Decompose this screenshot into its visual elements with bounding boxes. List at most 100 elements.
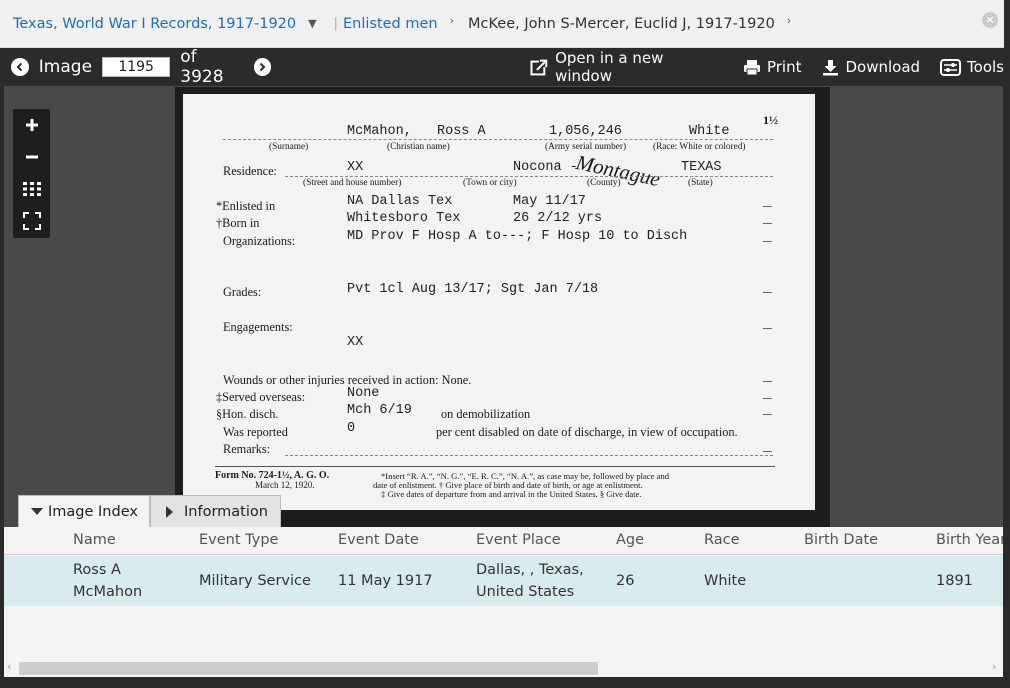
card-form-date: March 12, 1920. — [255, 480, 315, 490]
image-number-input[interactable]: 1195 — [102, 57, 171, 77]
column-header-name[interactable]: Name — [73, 532, 116, 548]
card-label: Remarks: — [223, 442, 271, 456]
cell-name-surname: McMahon — [73, 584, 143, 600]
card-note: on demobilization — [441, 407, 531, 421]
download-label: Download — [845, 58, 921, 76]
column-header-birth-date[interactable]: Birth Date — [804, 532, 878, 548]
bottom-tabs: Image Index Information — [18, 495, 281, 527]
caret-right-icon — [166, 505, 173, 518]
card-tick — [763, 414, 772, 415]
card-tick — [763, 451, 772, 452]
card-value: 0 — [347, 421, 356, 436]
image-viewer[interactable]: 1½ McMahon, Ross A 1,056,246 White (Surn… — [4, 86, 1003, 527]
record-card-image: 1½ McMahon, Ross A 1,056,246 White (Surn… — [183, 94, 815, 510]
card-value: XX — [347, 160, 364, 175]
card-value: MD Prov F Hosp A to---; F Hosp 10 to Dis… — [347, 229, 688, 244]
card-value: XX — [347, 335, 364, 350]
card-footnote: ‡ Give dates of departure from and arriv… — [381, 489, 642, 499]
print-label: Print — [766, 58, 802, 76]
tools-label: Tools — [967, 58, 1004, 76]
card-value: May 11/17 — [513, 194, 586, 209]
cell-event-date: 11 May 1917 — [338, 573, 433, 589]
card-caption: (Town or city) — [463, 178, 517, 188]
column-header-race[interactable]: Race — [704, 532, 740, 548]
zoom-in-button[interactable] — [13, 109, 50, 141]
card-corner-mark: 1½ — [763, 113, 778, 127]
fullscreen-button[interactable] — [13, 205, 50, 237]
horizontal-scrollbar[interactable]: ‹ › — [4, 660, 1003, 677]
cell-event-type: Military Service — [199, 573, 311, 589]
download-icon — [823, 59, 839, 75]
chevron-down-icon[interactable]: ▼ — [308, 17, 316, 30]
card-label: †Born in — [216, 216, 260, 230]
open-new-window-button[interactable]: Open in a new window — [530, 49, 723, 85]
printer-icon — [743, 59, 760, 75]
zoom-out-button[interactable] — [13, 141, 50, 173]
card-tick — [763, 328, 772, 329]
viewer-toolbar: Image 1195 of 3928 Open in a new window … — [0, 47, 1004, 87]
chevron-right-icon: › — [449, 14, 455, 27]
cell-birth-year: 1891 — [936, 573, 973, 589]
download-button[interactable]: Download — [822, 58, 920, 76]
open-new-window-label: Open in a new window — [555, 49, 664, 85]
breadcrumb-subset-link[interactable]: Enlisted men — [343, 16, 438, 32]
column-header-event-date[interactable]: Event Date — [338, 532, 419, 548]
card-rule — [285, 455, 773, 456]
card-race: White — [689, 124, 730, 139]
card-caption: (Race: White or colored) — [653, 142, 746, 152]
card-caption: (Street and house number) — [303, 178, 402, 188]
column-header-event-place[interactable]: Event Place — [476, 532, 561, 548]
card-tick — [763, 241, 772, 242]
column-header-birth-year[interactable]: Birth Year — [936, 532, 1003, 548]
grid-icon — [22, 182, 41, 196]
card-serial: 1,056,246 — [549, 124, 622, 139]
table-header: Name Event Type Event Date Event Place A… — [4, 527, 1003, 555]
column-header-event-type[interactable]: Event Type — [199, 532, 278, 548]
close-icon[interactable]: × — [982, 12, 998, 28]
card-label: ‡Served overseas: — [216, 390, 306, 404]
card-tick — [763, 381, 772, 382]
scroll-left-icon[interactable]: ‹ — [7, 660, 11, 673]
tab-image-index[interactable]: Image Index — [18, 495, 150, 527]
card-given-name: Ross A — [437, 124, 486, 139]
card-label: Organizations: — [223, 234, 296, 248]
card-label: *Enlisted in — [216, 199, 276, 213]
cell-event-place: Dallas, , Texas, — [476, 562, 584, 578]
scroll-right-icon[interactable]: › — [992, 660, 996, 673]
zoom-controls — [13, 109, 50, 238]
card-tick — [763, 206, 772, 207]
table-row[interactable]: Ross A McMahon Military Service 11 May 1… — [4, 556, 1003, 606]
print-button[interactable]: Print — [743, 58, 802, 76]
card-caption: (County) — [587, 178, 621, 188]
image-total: of 3928 — [180, 47, 224, 87]
tab-information[interactable]: Information — [150, 495, 281, 527]
card-caption: (Christian name) — [387, 142, 450, 152]
card-label: Engagements: — [223, 320, 293, 334]
card-tick — [763, 223, 772, 224]
external-window-icon — [530, 57, 550, 75]
column-header-age[interactable]: Age — [616, 532, 644, 548]
tab-information-label: Information — [184, 503, 268, 520]
scrollbar-thumb[interactable] — [19, 662, 598, 675]
tools-button[interactable]: Tools — [940, 58, 1004, 76]
card-rule — [223, 139, 773, 140]
grid-view-button[interactable] — [13, 173, 50, 205]
card-label: Residence: — [223, 164, 277, 178]
image-index-panel: Name Event Type Event Date Event Place A… — [4, 527, 1003, 677]
card-label: §Hon. disch. — [216, 407, 279, 421]
previous-image-button[interactable] — [11, 58, 29, 76]
card-caption: (State) — [688, 178, 713, 188]
card-value: 26 2/12 yrs — [513, 211, 603, 226]
plus-icon — [25, 119, 38, 131]
cell-event-place-country: United States — [476, 584, 575, 600]
breadcrumb-collection-link[interactable]: Texas, World War I Records, 1917-1920 — [13, 16, 296, 32]
cell-age: 26 — [616, 573, 635, 589]
card-rule — [285, 176, 773, 177]
card-footer-rule — [215, 466, 775, 467]
card-value: None — [347, 386, 380, 401]
breadcrumb-range: McKee, John S-Mercer, Euclid J, 1917-192… — [468, 15, 775, 32]
card-value: Whitesboro Tex — [347, 211, 461, 226]
breadcrumb: Texas, World War I Records, 1917-1920 ▼ … — [0, 0, 1004, 48]
tab-image-index-label: Image Index — [48, 503, 138, 520]
next-image-button[interactable] — [253, 58, 272, 76]
